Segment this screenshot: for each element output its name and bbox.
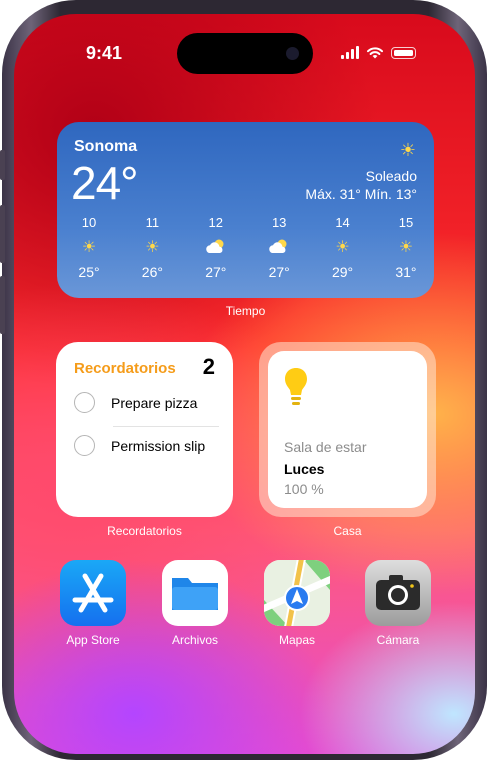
reminders-title: Recordatorios — [74, 360, 176, 377]
sun-icon: ☀ — [145, 239, 160, 256]
weather-widget[interactable]: Sonoma 24° ☀ Soleado Máx. 31° Mín. 13° 1… — [57, 122, 434, 298]
app-store-icon[interactable] — [60, 560, 126, 626]
weather-current-temp: 24° — [71, 157, 139, 209]
sun-icon: ☀ — [335, 239, 350, 256]
status-time: 9:41 — [86, 43, 123, 63]
wifi-icon — [367, 47, 383, 59]
camera-label: Cámara — [376, 633, 420, 647]
reminder-item[interactable]: Permission slip — [74, 435, 205, 456]
forecast-hour: 11 ☀ 26° — [134, 215, 170, 280]
partly-cloudy-icon — [261, 236, 297, 260]
camera-icon[interactable] — [365, 560, 431, 626]
maps-app[interactable]: Mapas — [263, 560, 331, 647]
weather-widget-label: Tiempo — [225, 304, 266, 318]
divider — [113, 426, 219, 427]
weather-hourly-forecast: 10 ☀ 25° 11 ☀ 26° 12 27° 13 27° 14 ☀ 29°… — [71, 215, 424, 280]
forecast-temp: 31° — [395, 264, 417, 280]
forecast-hour-label: 11 — [145, 215, 160, 230]
reminders-count: 2 — [202, 354, 215, 379]
forecast-hour: 13 27° — [261, 215, 297, 280]
forecast-hour-label: 14 — [335, 215, 350, 230]
forecast-hour: 12 27° — [198, 215, 234, 280]
reminders-widget[interactable]: Recordatorios 2 Prepare pizza Permission… — [56, 342, 233, 517]
home-widget[interactable]: Sala de estar Luces 100 % — [259, 342, 436, 517]
forecast-hour-label: 15 — [398, 215, 414, 230]
reminder-checkbox[interactable] — [74, 435, 95, 456]
home-room-name: Sala de estar — [284, 439, 367, 455]
battery-icon — [391, 47, 416, 59]
forecast-hour: 15 ☀ 31° — [388, 215, 424, 280]
reminder-checkbox[interactable] — [74, 392, 95, 413]
volume-down-button — [0, 276, 5, 334]
forecast-hour-label: 10 — [81, 215, 97, 230]
home-accessory-tile[interactable]: Sala de estar Luces 100 % — [268, 351, 427, 508]
lightbulb-icon — [285, 368, 307, 405]
partly-cloudy-icon — [198, 236, 234, 260]
volume-up-button — [0, 205, 5, 263]
dynamic-island — [177, 33, 313, 74]
files-icon[interactable] — [162, 560, 228, 626]
mute-switch — [0, 150, 5, 180]
forecast-hour-label: 13 — [271, 215, 287, 230]
files-label: Archivos — [171, 633, 218, 647]
forecast-temp: 27° — [268, 264, 290, 280]
maps-icon[interactable] — [264, 560, 330, 626]
forecast-hour-label: 12 — [208, 215, 224, 230]
forecast-hour: 14 ☀ 29° — [325, 215, 361, 280]
reminder-text: Prepare pizza — [111, 394, 198, 411]
weather-high-low: Máx. 31° Mín. 13° — [305, 186, 417, 202]
home-screen: 9:41 Sonoma 24° ☀ Soleado Máx. 31° Mín. … — [14, 14, 475, 754]
weather-condition: Soleado — [365, 168, 417, 184]
reminder-text: Permission slip — [111, 437, 206, 454]
sun-icon: ☀ — [398, 239, 414, 256]
forecast-hour: 10 ☀ 25° — [71, 215, 107, 280]
home-device-name: Luces — [284, 461, 325, 477]
app-store-label: App Store — [66, 633, 120, 647]
forecast-temp: 27° — [205, 264, 227, 280]
forecast-temp: 26° — [141, 264, 163, 280]
cellular-signal-icon — [341, 46, 359, 59]
sun-icon: ☀ — [81, 239, 97, 256]
home-widget-label: Casa — [333, 524, 362, 538]
app-store-app[interactable]: App Store — [59, 560, 127, 647]
forecast-temp: 29° — [331, 264, 354, 280]
reminder-item[interactable]: Prepare pizza — [74, 392, 197, 413]
weather-city: Sonoma — [74, 138, 138, 155]
maps-label: Mapas — [278, 633, 316, 647]
files-app[interactable]: Archivos — [161, 560, 229, 647]
reminders-widget-label: Recordatorios — [107, 524, 182, 538]
forecast-temp: 25° — [78, 264, 100, 280]
camera-app[interactable]: Cámara — [364, 560, 432, 647]
sun-icon: ☀ — [399, 140, 416, 160]
front-camera-icon — [286, 47, 299, 60]
status-icons — [341, 46, 416, 59]
home-device-level: 100 % — [284, 481, 324, 497]
